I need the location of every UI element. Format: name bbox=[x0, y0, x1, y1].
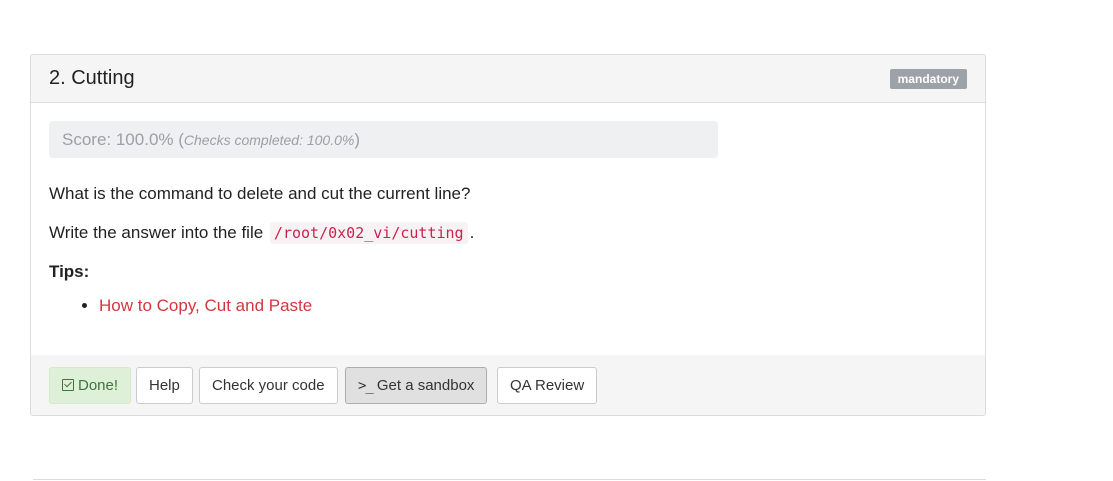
tips-label: Tips: bbox=[49, 262, 90, 281]
task-body: Score: 100.0% (Checks completed: 100.0%)… bbox=[31, 103, 985, 316]
file-suffix: . bbox=[469, 223, 475, 242]
score-bar: Score: 100.0% (Checks completed: 100.0%) bbox=[49, 121, 718, 158]
help-button[interactable]: Help bbox=[136, 367, 193, 404]
task-title: 2. Cutting bbox=[49, 67, 135, 89]
task-panel: 2. Cutting mandatory Score: 100.0% (Chec… bbox=[30, 54, 986, 416]
task-actions: Done! Help Check your code >_ Get a sandb… bbox=[31, 355, 985, 415]
tip-link[interactable]: How to Copy, Cut and Paste bbox=[99, 296, 312, 315]
file-instruction: Write the answer into the file /root/0x0… bbox=[49, 222, 967, 244]
tips-list: How to Copy, Cut and Paste bbox=[49, 296, 967, 316]
terminal-icon: >_ bbox=[358, 378, 374, 394]
done-button[interactable]: Done! bbox=[49, 367, 132, 404]
sandbox-label: Get a sandbox bbox=[376, 377, 475, 394]
check-code-button[interactable]: Check your code bbox=[199, 367, 338, 404]
task-question: What is the command to delete and cut th… bbox=[49, 184, 471, 203]
score-text: Score: 100.0% ( bbox=[62, 130, 184, 149]
list-item: How to Copy, Cut and Paste bbox=[99, 296, 967, 316]
file-path: /root/0x02_vi/cutting bbox=[269, 222, 468, 244]
sandbox-button[interactable]: >_ Get a sandbox bbox=[345, 367, 488, 404]
checkbox-icon bbox=[62, 379, 74, 391]
score-close: ) bbox=[354, 130, 361, 149]
mandatory-badge: mandatory bbox=[889, 69, 967, 89]
task-header: 2. Cutting mandatory bbox=[31, 55, 985, 103]
file-prefix: Write the answer into the file bbox=[49, 223, 264, 242]
qa-review-button[interactable]: QA Review bbox=[497, 367, 598, 404]
divider bbox=[33, 479, 986, 480]
done-label: Done! bbox=[78, 377, 119, 394]
score-detail: Checks completed: 100.0% bbox=[183, 132, 355, 148]
